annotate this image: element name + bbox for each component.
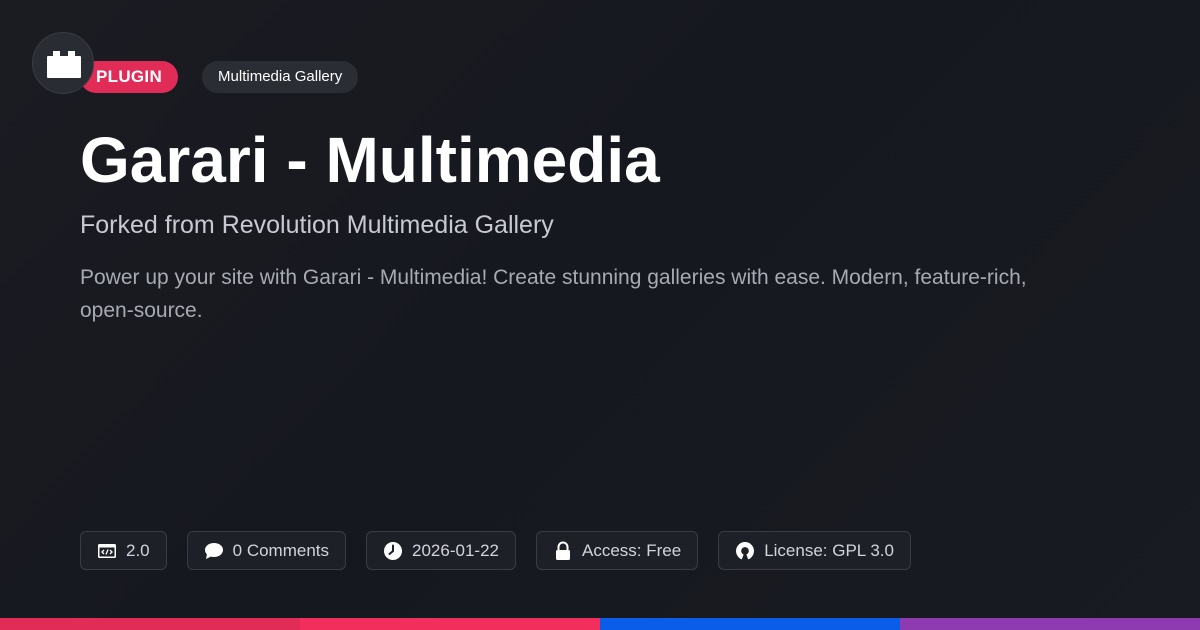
bottom-bar-segment [600,618,900,630]
tag-row: PLUGIN Multimedia Gallery [80,61,359,93]
bottom-bar-segment [0,618,300,630]
license-label: License: GPL 3.0 [764,540,894,560]
meta-row: 2.0 0 Comments 2026-01-22 Access: Free L… [80,531,931,570]
plugin-block-icon [47,51,81,78]
version-pill: 2.0 [80,531,167,570]
comments-pill[interactable]: 0 Comments [186,531,347,570]
license-pill: License: GPL 3.0 [718,531,911,570]
clock-icon [383,541,403,561]
date-pill: 2026-01-22 [366,531,516,570]
page-description: Power up your site with Garari - Multime… [80,266,1027,322]
bottom-bar-segment [300,618,600,630]
date-label: 2026-01-22 [412,540,499,560]
open-source-icon [735,541,755,561]
bottom-color-bar [0,618,1200,630]
type-badge[interactable]: PLUGIN [80,61,179,93]
code-version-icon [97,541,117,561]
comments-label: 0 Comments [232,540,330,560]
page-title: Garari - Multimedia [80,124,660,196]
lock-icon [553,541,573,561]
version-label: 2.0 [126,540,150,560]
bottom-bar-segment [900,618,1200,630]
access-pill: Access: Free [535,531,699,570]
access-label: Access: Free [581,540,682,560]
plugin-logo [32,32,94,94]
page-subtitle: Forked from Revolution Multimedia Galler… [80,211,554,239]
comment-icon [204,541,224,561]
category-badge[interactable]: Multimedia Gallery [202,61,359,93]
